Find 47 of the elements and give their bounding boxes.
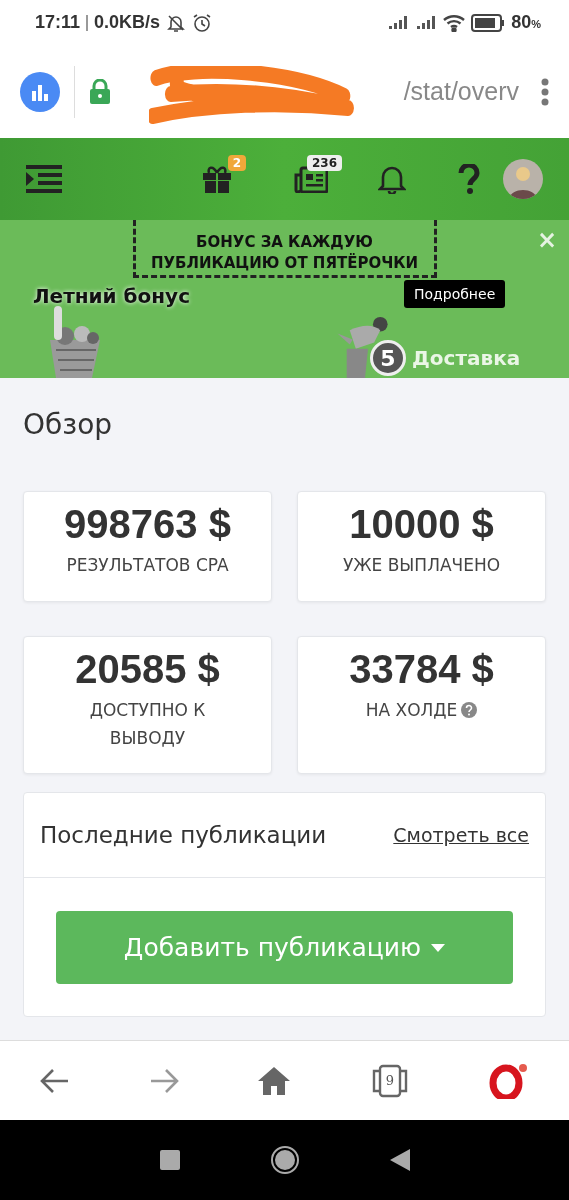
browser-logo-icon[interactable] (489, 1062, 530, 1099)
wifi-icon (443, 13, 466, 32)
logo-mark: 5 (370, 340, 406, 376)
avatar[interactable] (503, 159, 543, 199)
newspaper-icon[interactable] (294, 165, 328, 193)
see-all-link[interactable]: Смотреть все (393, 824, 529, 846)
page-title: Обзор (23, 408, 114, 441)
gift-icon[interactable] (202, 165, 232, 193)
back-icon[interactable] (389, 1149, 410, 1171)
forward-icon[interactable] (149, 1067, 180, 1094)
stat-value: 10000 $ (349, 502, 494, 547)
stat-label: РЕЗУЛЬТАТОВ CPA (65, 554, 230, 577)
banner-title: Летний бонус (33, 284, 190, 308)
help-icon[interactable] (461, 702, 478, 718)
divider-icon (86, 14, 89, 31)
stat-label: НА ХОЛДЕ (335, 696, 508, 724)
bar-chart-icon (30, 82, 50, 101)
count-badge: 2 (227, 155, 246, 171)
menu-icon[interactable] (26, 165, 62, 193)
recents-icon[interactable] (159, 1150, 180, 1170)
bonus-headline: БОНУС ЗА КАЖДУЮ ПУБЛИКАЦИЮ ОТ ПЯТЁРОЧКИ (132, 220, 437, 278)
battery-icon (471, 13, 506, 32)
stat-value: 20585 $ (75, 647, 220, 692)
home-icon[interactable] (269, 1145, 300, 1175)
muted-bell-icon (166, 12, 187, 33)
signal-icon (415, 14, 438, 31)
count-badge: 236 (306, 155, 342, 171)
back-icon[interactable] (39, 1067, 70, 1094)
help-icon[interactable] (458, 164, 480, 194)
more-icon[interactable] (541, 77, 549, 106)
network-speed: 0.0KB/s (94, 12, 161, 33)
alarm-icon (192, 12, 213, 33)
details-button[interactable]: Подробнее (404, 280, 506, 308)
stat-value: 998763 $ (64, 502, 231, 547)
stat-value: 33784 $ (349, 647, 494, 692)
signal-icon (387, 14, 410, 31)
section-title: Последние публикации (40, 822, 327, 848)
stat-label: ДОСТУПНО К ВЫВОДУ (88, 699, 207, 750)
logo-text: Доставка (412, 346, 521, 370)
stats-button[interactable] (20, 71, 60, 112)
clock: 17:11 (35, 12, 81, 33)
bell-icon[interactable] (378, 164, 406, 194)
stat-label: УЖЕ ВЫПЛАЧЕНО (341, 554, 502, 577)
battery-level: 80% (511, 12, 541, 33)
caret-icon (431, 943, 446, 952)
lock-icon (89, 78, 111, 105)
home-icon[interactable] (258, 1066, 291, 1095)
